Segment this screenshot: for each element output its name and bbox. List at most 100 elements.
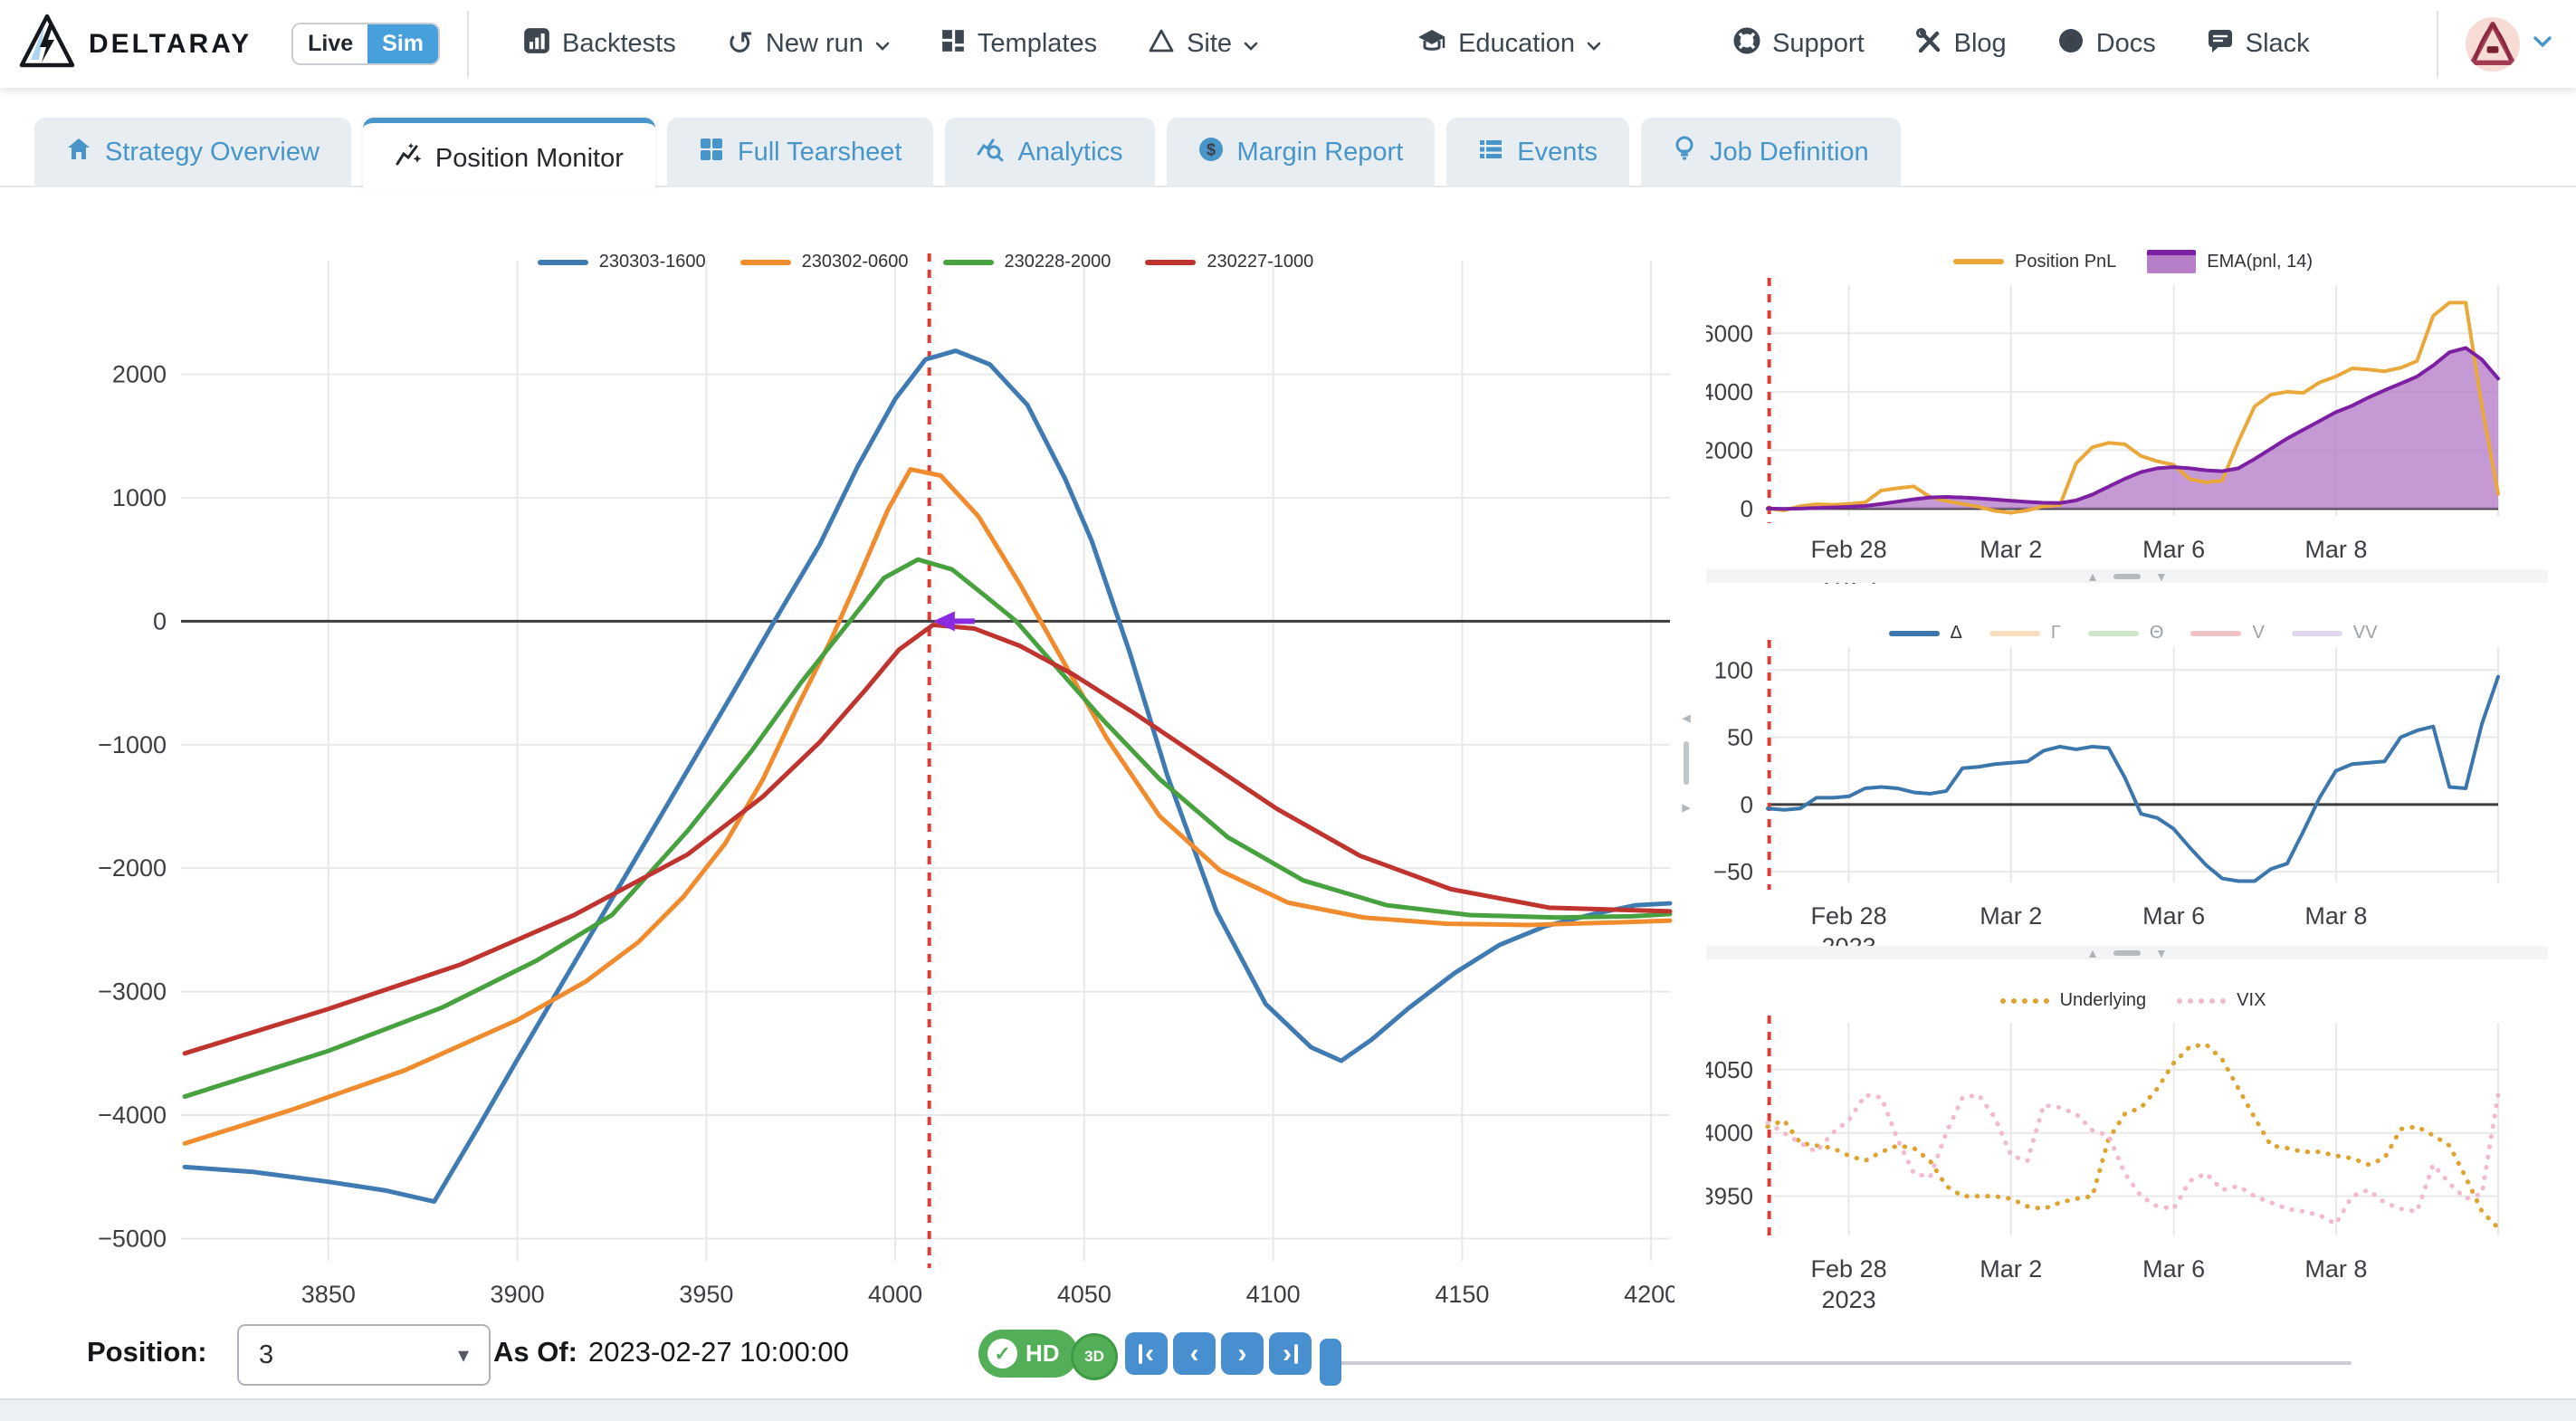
svg-text:−4000: −4000: [98, 1102, 167, 1129]
next-position-button[interactable]: ›: [1221, 1332, 1264, 1375]
hd-label: HD: [1026, 1340, 1060, 1367]
svg-text:−50: −50: [1713, 858, 1753, 885]
legend-item[interactable]: EMA(pnl, 14): [2147, 250, 2313, 273]
greeks-legend: Δ Γ Θ V VV: [1768, 623, 2498, 644]
home-icon: [66, 137, 91, 169]
tab-position-monitor[interactable]: Position Monitor: [362, 118, 655, 194]
nav-label: Templates: [977, 29, 1098, 58]
3d-label: 3D: [1084, 1348, 1104, 1365]
chevron-down-icon: [1244, 29, 1258, 59]
triangle-up-icon: ▲: [2086, 945, 2099, 960]
tab-strategy-overview[interactable]: Strategy Overview: [34, 118, 351, 187]
legend-item[interactable]: V: [2190, 623, 2265, 644]
panel-resize-handle[interactable]: ▲ ▼: [1706, 568, 2548, 584]
chat-icon: [2207, 27, 2234, 62]
svg-text:−2000: −2000: [98, 854, 167, 882]
bar-chart-icon: [523, 27, 550, 62]
triangle-down-icon: ▼: [2155, 568, 2168, 584]
legend-item[interactable]: Θ: [2087, 623, 2163, 644]
chevron-down-icon[interactable]: [2533, 35, 2552, 52]
svg-text:2000: 2000: [112, 361, 167, 388]
brand[interactable]: DELTARAY: [18, 13, 252, 75]
svg-text:Mar 2: Mar 2: [1980, 1255, 2042, 1283]
svg-text:0: 0: [153, 607, 167, 634]
asof-value: 2023-02-27 10:00:00: [588, 1336, 849, 1368]
svg-text:4100: 4100: [1246, 1281, 1301, 1308]
nav-education[interactable]: Education: [1417, 28, 1601, 61]
tab-label: Strategy Overview: [105, 138, 320, 167]
main-nav: Backtests ↺ New run Templates Site Educa…: [523, 27, 2310, 62]
resize-grip: [1684, 741, 1689, 785]
nav-slack[interactable]: Slack: [2207, 27, 2310, 62]
legend-item[interactable]: 230303-1600: [537, 252, 706, 272]
last-position-button[interactable]: ›: [1269, 1332, 1312, 1375]
3d-button[interactable]: 3D: [1071, 1333, 1118, 1380]
svg-text:−1000: −1000: [98, 731, 167, 758]
time-slider-thumb[interactable]: [1320, 1339, 1341, 1386]
svg-text:0: 0: [1741, 495, 1753, 522]
live-toggle[interactable]: Live: [293, 24, 368, 63]
avatar[interactable]: [2466, 16, 2520, 72]
tab-events[interactable]: Events: [1446, 118, 1629, 187]
svg-text:−5000: −5000: [98, 1225, 167, 1252]
legend-item[interactable]: Δ: [1888, 623, 1962, 644]
legend-swatch: [1989, 630, 2040, 636]
legend-item[interactable]: 230228-2000: [942, 252, 1111, 272]
nav-support[interactable]: Support: [1733, 27, 1865, 62]
nav-new-run[interactable]: ↺ New run: [727, 27, 890, 61]
nav-backtests[interactable]: Backtests: [523, 27, 676, 62]
payoff-chart[interactable]: 3850 3900 3950 4000 4050 4100 4150 4200 2000 1000…: [27, 204, 1674, 1326]
legend-item[interactable]: Position PnL: [1952, 252, 2116, 272]
panel-resize-handle[interactable]: ◂ ▸: [1674, 695, 1699, 831]
divider: [467, 10, 470, 78]
position-select[interactable]: 3 ▾: [237, 1324, 491, 1386]
list-icon: [1478, 137, 1503, 169]
legend-item[interactable]: 230302-0600: [739, 252, 909, 272]
brand-name: DELTARAY: [89, 28, 253, 59]
payoff-legend: 230303-1600 230302-0600 230228-2000 2302…: [181, 252, 1670, 272]
legend-item[interactable]: VV: [2291, 623, 2377, 644]
resize-grip: [2113, 949, 2141, 956]
first-position-button[interactable]: ‹: [1125, 1332, 1168, 1375]
chevron-right-icon: ›: [1283, 1338, 1292, 1369]
legend-item[interactable]: VIX: [2177, 990, 2266, 1011]
tab-full-tearsheet[interactable]: Full Tearsheet: [666, 118, 934, 187]
bottom-strip: [0, 1398, 2576, 1421]
previous-position-button[interactable]: ‹: [1173, 1332, 1216, 1375]
legend-item[interactable]: 230227-1000: [1145, 252, 1313, 272]
nav-label: New run: [765, 29, 863, 58]
top-nav: DELTARAY Live Sim Backtests ↺ New run Te…: [0, 0, 2576, 88]
nav-label: Support: [1772, 29, 1865, 58]
svg-text:Mar 8: Mar 8: [2304, 902, 2367, 930]
legend-item[interactable]: Γ: [1989, 623, 2061, 644]
legend-swatch: [2087, 630, 2139, 636]
nav-label: Education: [1458, 29, 1576, 58]
tab-analytics[interactable]: Analytics: [945, 118, 1155, 187]
tab-job-definition[interactable]: Job Definition: [1640, 118, 1901, 187]
svg-text:3900: 3900: [491, 1281, 545, 1308]
lifebuoy-icon: [1733, 27, 1760, 62]
svg-text:Mar 8: Mar 8: [2304, 536, 2367, 563]
nav-site[interactable]: Site: [1148, 28, 1258, 61]
legend-swatch: [2177, 997, 2227, 1004]
nav-templates[interactable]: Templates: [940, 28, 1097, 61]
grid-icon: [940, 28, 966, 61]
nav-label: Docs: [2095, 29, 2156, 58]
sim-toggle[interactable]: Sim: [367, 24, 439, 63]
legend-swatch: [739, 259, 791, 265]
legend-item[interactable]: Underlying: [1999, 990, 2146, 1011]
hd-toggle-button[interactable]: ✓ HD: [978, 1330, 1078, 1378]
time-slider-rail[interactable]: [1323, 1361, 2352, 1365]
underlying-chart[interactable]: Feb 28 2023 Mar 2 Mar 6 Mar 8 4050 4000 3950: [1706, 959, 2548, 1321]
svg-text:3950: 3950: [1706, 1183, 1753, 1210]
legend-swatch: [537, 259, 588, 265]
svg-text:4000: 4000: [868, 1281, 922, 1308]
nav-blog[interactable]: Blog: [1915, 27, 2007, 62]
bar-icon: [1139, 1343, 1142, 1364]
live-sim-toggle: Live Sim: [291, 23, 441, 65]
lightbulb-icon: [1673, 136, 1696, 170]
panel-resize-handle[interactable]: ▲ ▼: [1706, 945, 2548, 960]
legend-swatch: [942, 259, 994, 265]
tab-margin-report[interactable]: $ Margin Report: [1166, 118, 1436, 187]
nav-docs[interactable]: ? Docs: [2057, 27, 2156, 62]
